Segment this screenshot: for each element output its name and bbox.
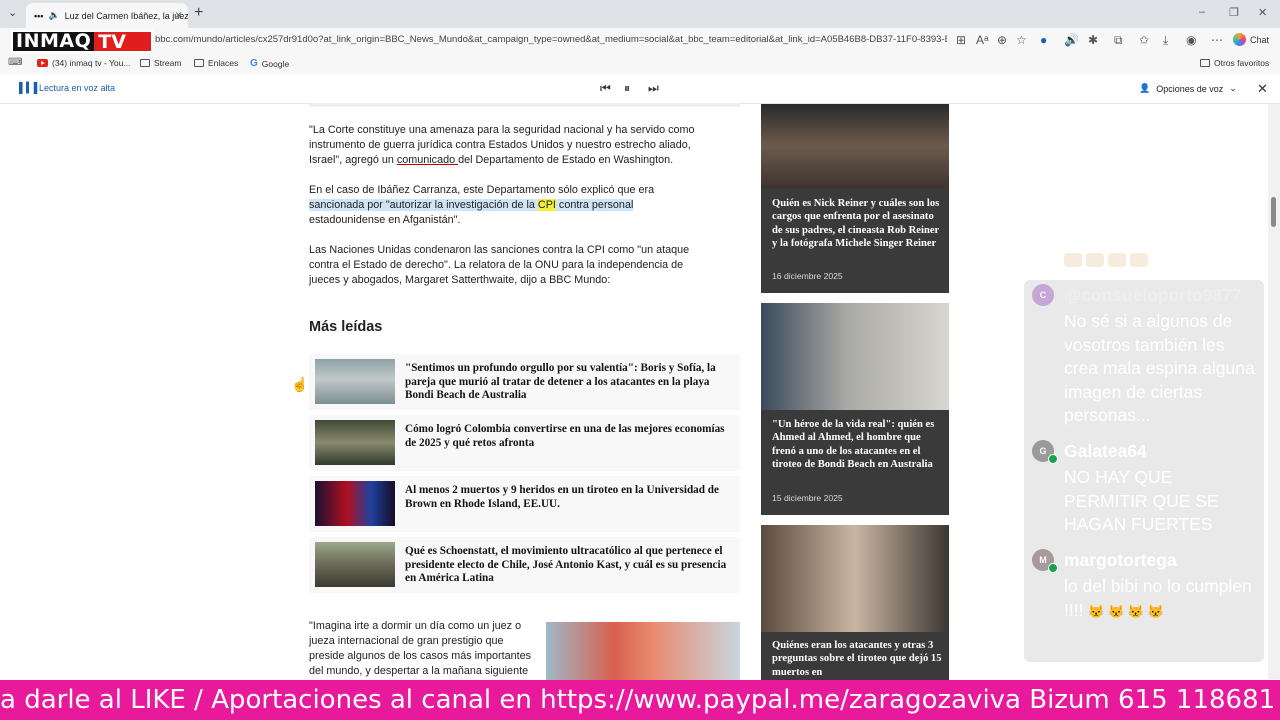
divider xyxy=(309,103,740,107)
most-read-item[interactable]: "Sentimos un profundo orgullo por su val… xyxy=(309,354,740,410)
most-read-title: Más leídas xyxy=(309,319,383,335)
app-icon[interactable]: ⊞ xyxy=(956,33,966,47)
thumbnail-image xyxy=(315,481,395,526)
new-tab-icon[interactable]: + xyxy=(194,4,203,22)
live-chat-overlay: C @consueloporto9877 No sé si a algunos … xyxy=(1024,253,1264,662)
url-field[interactable]: bbc.com/mundo/articles/cx257dr91d0o?at_l… xyxy=(155,34,947,45)
folder-icon xyxy=(194,59,204,67)
card-image xyxy=(761,303,949,410)
read-aloud-highlight: sancionada por "autorizar la investigaci… xyxy=(309,199,634,211)
chat-username: margotortega xyxy=(1064,550,1177,570)
bookmarks-bar: ⌨ (34) inmaq tv - You... Stream Enlaces … xyxy=(0,54,1280,74)
bookmark-enlaces[interactable]: Enlaces xyxy=(194,58,238,68)
voice-icon: 👤 xyxy=(1139,83,1151,93)
most-read-item[interactable]: Qué es Schoenstatt, el movimiento ultrac… xyxy=(309,537,740,593)
profile-icon[interactable]: ◉ xyxy=(1186,33,1196,47)
read-aloud-label: Lectura en voz alta xyxy=(39,83,116,93)
close-tab-icon[interactable]: × xyxy=(175,8,182,22)
chat-message: NO HAY QUE PERMITIR QUE SE HAGAN FUERTES xyxy=(1064,467,1219,534)
restore-icon[interactable]: ❐ xyxy=(1229,6,1239,19)
scrollbar-thumb[interactable] xyxy=(1271,197,1276,227)
thumbnail-image xyxy=(315,420,395,465)
bookmark-google[interactable]: G Google xyxy=(250,58,289,69)
tab-actions-icon[interactable]: ⌄ xyxy=(8,6,17,19)
close-window-icon[interactable]: ✕ xyxy=(1258,6,1267,19)
voice-options-button[interactable]: 👤 Opciones de voz ⌄ xyxy=(1139,83,1237,94)
thumbnail-image xyxy=(315,359,395,404)
tab-dots-icon: ••• xyxy=(34,10,44,21)
read-aloud-bar: ▌▍▌ Lectura en voz alta ⏮ ⏸ ⏭ 👤 Opciones… xyxy=(0,74,1280,104)
folder-icon xyxy=(140,59,150,67)
split-screen-icon[interactable]: ⧉ xyxy=(1114,33,1123,48)
member-badge-icon xyxy=(1048,454,1058,464)
youtube-icon xyxy=(37,59,48,67)
comunicado-link[interactable]: comunicado xyxy=(397,154,458,166)
download-icon[interactable]: ⤓ xyxy=(1163,33,1168,48)
chevron-down-icon: ⌄ xyxy=(1229,83,1237,93)
chat-username: @consueloporto9877 xyxy=(1064,285,1242,305)
bottom-ticker: a darle al LIKE / Aportaciones al canal … xyxy=(0,680,1280,720)
keyboard-icon[interactable]: ⌨ xyxy=(8,57,22,68)
minimize-icon[interactable]: – xyxy=(1199,6,1205,18)
card-image xyxy=(761,525,949,632)
close-read-aloud-icon[interactable]: ✕ xyxy=(1257,81,1268,97)
favorites-icon[interactable]: ✩ xyxy=(1139,33,1149,47)
screen: ⌄ ••• 🔈 Luz del Carmen Ibáñez, la juez ×… xyxy=(0,0,1280,720)
copilot-icon xyxy=(1233,33,1246,46)
address-bar: bbc.com/mundo/articles/cx257dr91d0o?at_l… xyxy=(0,28,1280,54)
sidebar-card[interactable]: Quién es Nick Reiner y cuáles son los ca… xyxy=(761,104,949,293)
tab-strip: ⌄ ••• 🔈 Luz del Carmen Ibáñez, la juez ×… xyxy=(0,0,1280,28)
page-scrollbar[interactable] xyxy=(1268,104,1280,679)
sidebar-card[interactable]: "Un héroe de la vida real": quién es Ahm… xyxy=(761,303,949,515)
chat-message: No sé si a algunos de vosotros también l… xyxy=(1064,311,1255,425)
member-badge-icon xyxy=(1048,563,1058,573)
volume-icon[interactable]: 🔊 xyxy=(1064,33,1079,47)
thumbnail-image xyxy=(315,542,395,587)
bookmark-youtube[interactable]: (34) inmaq tv - You... xyxy=(37,58,130,68)
article-paragraph: "Imagina irte a dormir un día como un ju… xyxy=(309,620,532,677)
folder-icon xyxy=(1200,59,1210,67)
puzzle-icon[interactable]: ✱ xyxy=(1088,33,1098,47)
translate-icon[interactable]: ⊕ xyxy=(997,33,1007,47)
extension-icon[interactable]: ● xyxy=(1040,33,1047,47)
mouse-cursor-icon: ☝ xyxy=(291,376,309,392)
article-image xyxy=(546,622,740,682)
most-read-item[interactable]: Al menos 2 muertos y 9 heridos en un tir… xyxy=(309,476,740,532)
tab-title: Luz del Carmen Ibáñez, la juez xyxy=(64,10,188,21)
emoji-icon: 😾 😾 😾 😾 xyxy=(1088,603,1164,619)
speaker-icon[interactable]: 🔈 xyxy=(48,10,59,21)
active-tab[interactable]: ••• 🔈 Luz del Carmen Ibáñez, la juez × xyxy=(26,3,188,28)
chat-message: lo del bibi no lo cumplen !!!! 😾 😾 😾 😾 xyxy=(1064,576,1252,620)
avatar: C xyxy=(1032,284,1054,306)
channel-logo: INMAQ TV xyxy=(11,30,153,53)
article-paragraph: En el caso de Ibáñez Carranza, este Depa… xyxy=(309,184,655,226)
copilot-button[interactable]: Chat xyxy=(1233,33,1269,46)
sidebar-card[interactable]: Quiénes eran los atacantes y otras 3 pre… xyxy=(761,525,949,680)
card-image xyxy=(761,104,949,188)
google-icon: G xyxy=(250,58,258,69)
previous-icon[interactable]: ⏮ xyxy=(600,81,611,96)
most-read-item[interactable]: Cómo logró Colombia convertirse en una d… xyxy=(309,415,740,471)
bookmark-stream[interactable]: Stream xyxy=(140,58,181,68)
more-menu-icon[interactable]: ⋯ xyxy=(1211,33,1223,47)
pause-icon[interactable]: ⏸ xyxy=(624,81,630,96)
emoji-row xyxy=(1064,253,1148,267)
next-icon[interactable]: ⏭ xyxy=(648,81,659,96)
other-favorites[interactable]: Otros favoritos xyxy=(1200,58,1269,68)
audio-wave-icon: ▌▍▌ xyxy=(19,83,41,94)
favorite-star-icon[interactable]: ☆ xyxy=(1016,33,1027,47)
read-aloud-icon[interactable]: Aᵃ xyxy=(976,33,988,47)
chat-username: Galatea64 xyxy=(1064,441,1147,461)
article-paragraph: Las Naciones Unidas condenaron las sanci… xyxy=(309,244,690,286)
article-paragraph: "La Corte constituye una amenaza para la… xyxy=(309,124,695,166)
